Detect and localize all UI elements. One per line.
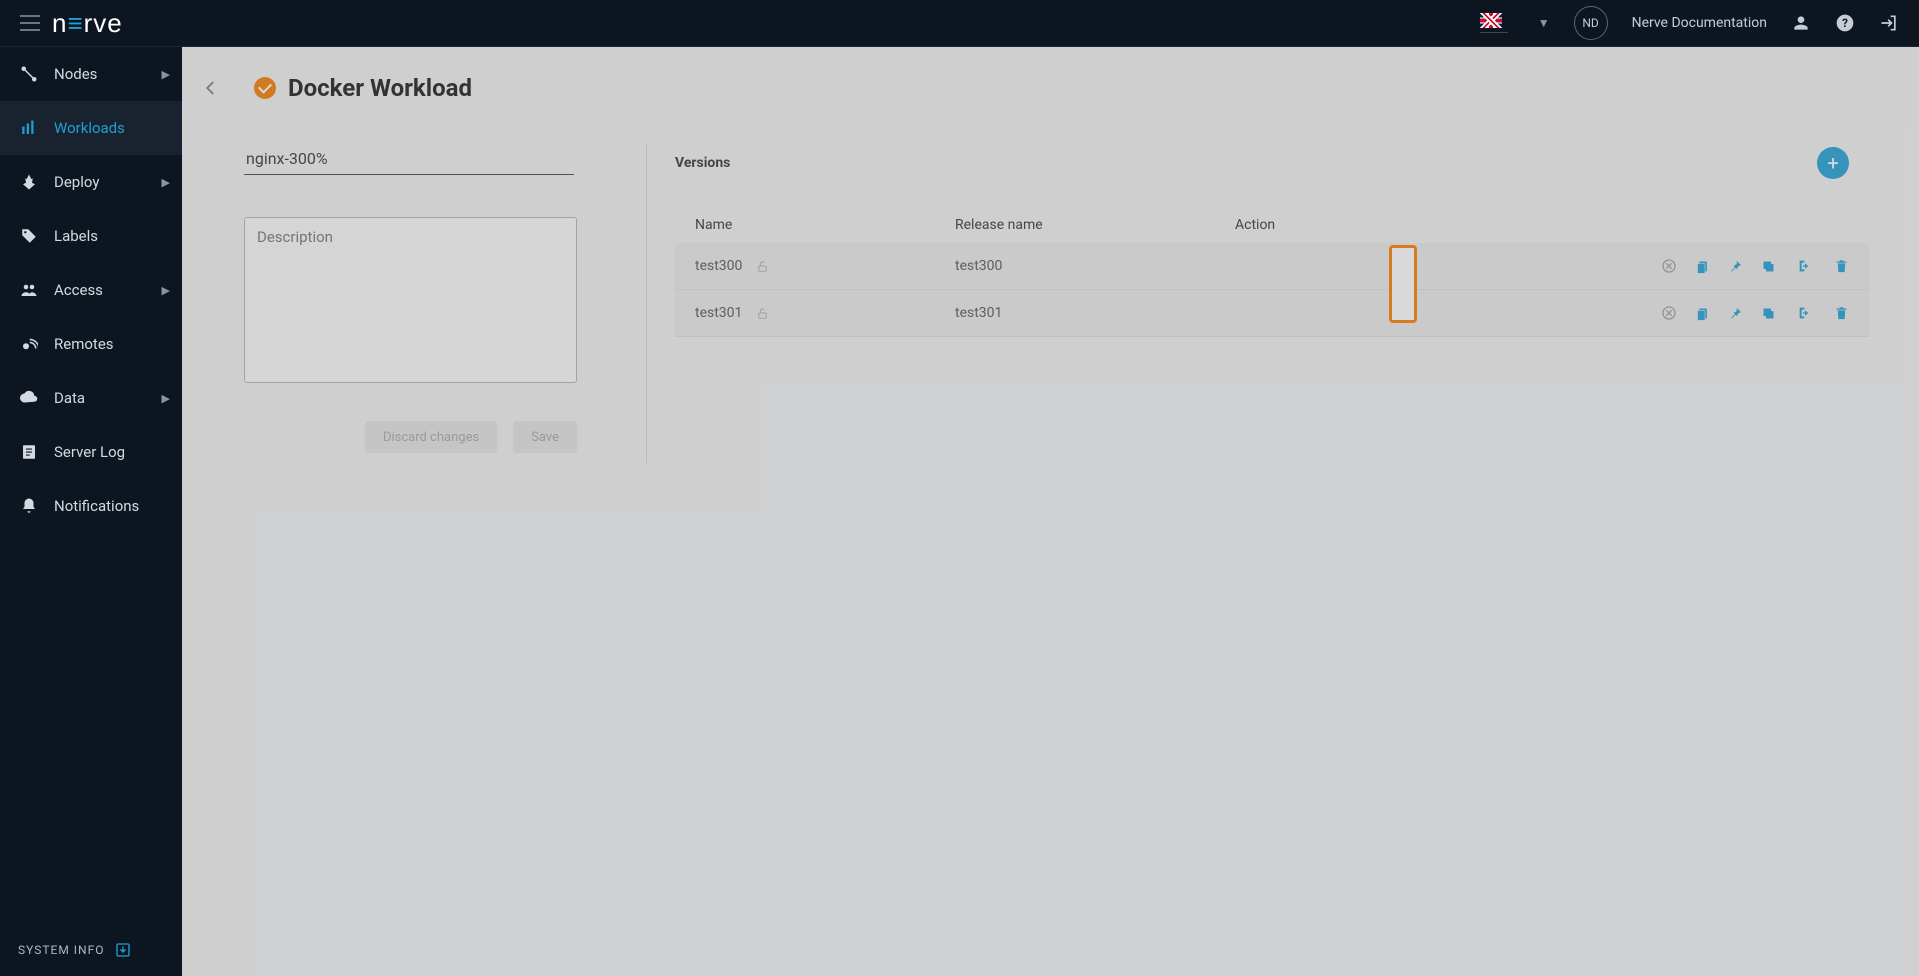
sidebar-item-label: Remotes — [54, 335, 114, 353]
documentation-link[interactable]: Nerve Documentation — [1632, 15, 1767, 31]
sidebar-item-label: Labels — [54, 227, 98, 245]
system-info-label: SYSTEM INFO — [18, 943, 105, 957]
system-info[interactable]: SYSTEM INFO — [0, 924, 182, 976]
sidebar-item-label: Nodes — [54, 65, 97, 83]
sidebar-item-label: Access — [54, 281, 103, 299]
sidebar-item-label: Workloads — [54, 119, 125, 137]
topbar: n≡rve ▼ ND Nerve Documentation ? — [0, 0, 1919, 47]
chevron-right-icon: ▶ — [162, 68, 170, 81]
chevron-down-icon: ▼ — [1538, 16, 1550, 30]
sidebar-item-label: Data — [54, 389, 85, 407]
avatar-initials: ND — [1582, 16, 1598, 30]
sidebar-item-label: Server Log — [54, 443, 125, 461]
logo-text: n≡rve — [52, 8, 123, 39]
download-icon — [115, 942, 131, 958]
sidebar-item-workloads[interactable]: Workloads — [0, 101, 182, 155]
access-icon — [18, 281, 40, 299]
language-selector[interactable] — [1480, 13, 1508, 33]
sidebar-item-nodes[interactable]: Nodes ▶ — [0, 47, 182, 101]
sidebar-item-access[interactable]: Access ▶ — [0, 263, 182, 317]
sidebar-item-remotes[interactable]: Remotes — [0, 317, 182, 371]
nodes-icon — [18, 65, 40, 83]
svg-text:?: ? — [1842, 16, 1848, 30]
workloads-icon — [18, 119, 40, 137]
menu-toggle-button[interactable] — [20, 15, 40, 31]
modal-overlay — [182, 47, 1919, 976]
main-content: Docker Workload Discard changes Save Ver… — [182, 47, 1919, 976]
sidebar-item-data[interactable]: Data ▶ — [0, 371, 182, 425]
chevron-right-icon: ▶ — [162, 284, 170, 297]
sidebar-item-notifications[interactable]: Notifications — [0, 479, 182, 533]
labels-icon — [18, 227, 40, 245]
uk-flag-icon — [1480, 13, 1502, 28]
data-icon — [18, 389, 40, 407]
sidebar-item-labels[interactable]: Labels — [0, 209, 182, 263]
chevron-right-icon: ▶ — [162, 176, 170, 189]
help-icon[interactable]: ? — [1835, 13, 1855, 33]
user-icon[interactable] — [1791, 13, 1811, 33]
logo: n≡rve — [52, 8, 123, 39]
sidebar-item-label: Deploy — [54, 173, 99, 191]
sidebar-item-label: Notifications — [54, 497, 139, 515]
chevron-right-icon: ▶ — [162, 392, 170, 405]
sidebar-item-serverlog[interactable]: Server Log — [0, 425, 182, 479]
notifications-icon — [18, 497, 40, 515]
remotes-icon — [18, 335, 40, 353]
logout-icon[interactable] — [1879, 13, 1899, 33]
deploy-icon — [18, 173, 40, 191]
serverlog-icon — [18, 443, 40, 461]
user-avatar[interactable]: ND — [1574, 6, 1608, 40]
sidebar-item-deploy[interactable]: Deploy ▶ — [0, 155, 182, 209]
sidebar: Nodes ▶ Workloads Deploy ▶ Labels Access… — [0, 47, 182, 976]
